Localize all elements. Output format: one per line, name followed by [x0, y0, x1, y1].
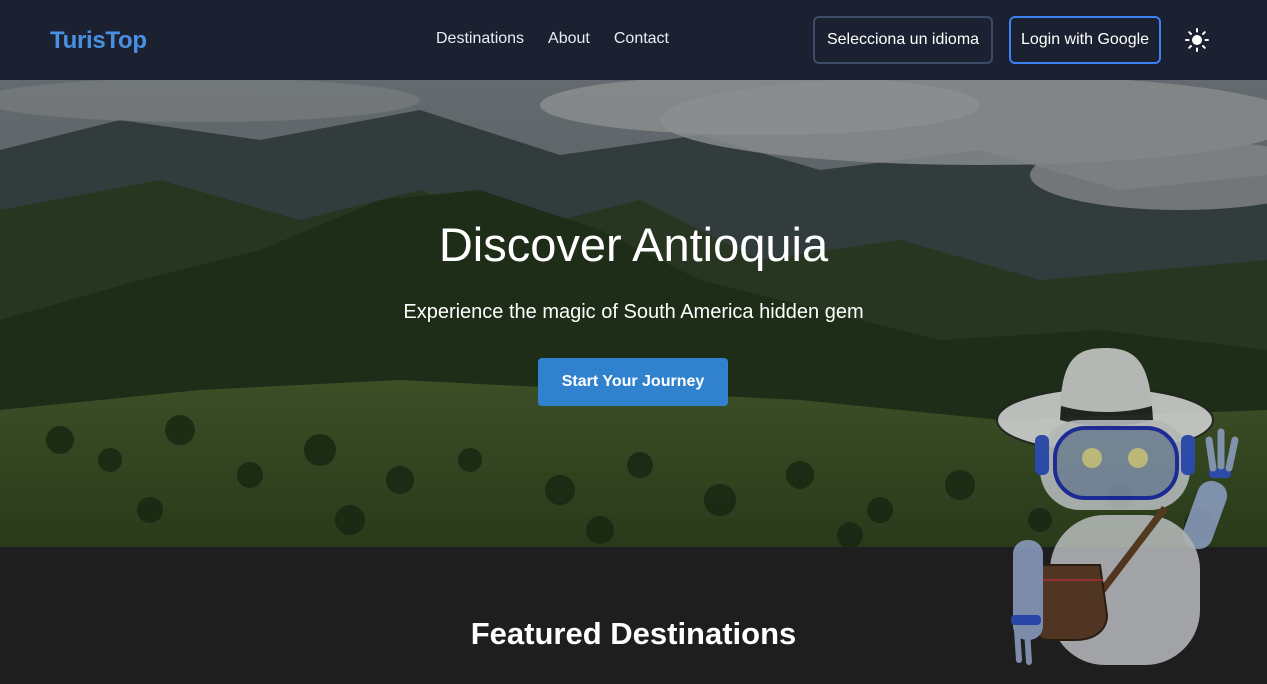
hero-subtitle: Experience the magic of South America hi… [403, 301, 864, 323]
language-select-button[interactable]: Selecciona un idioma [813, 16, 993, 64]
sun-icon[interactable] [1184, 27, 1210, 53]
login-google-button[interactable]: Login with Google [1009, 16, 1161, 64]
brand-logo[interactable]: TurisTop [50, 27, 147, 55]
nav-link-about[interactable]: About [548, 30, 590, 48]
nav-links: Destinations About Contact [436, 30, 669, 48]
start-journey-button[interactable]: Start Your Journey [538, 358, 728, 406]
navbar: TurisTop Destinations About Contact Sele… [0, 0, 1267, 80]
hero-title: Discover Antioquia [438, 218, 829, 271]
robot-explorer-mascot[interactable] [995, 340, 1255, 684]
nav-link-destinations[interactable]: Destinations [436, 30, 524, 48]
nav-link-contact[interactable]: Contact [614, 30, 669, 48]
